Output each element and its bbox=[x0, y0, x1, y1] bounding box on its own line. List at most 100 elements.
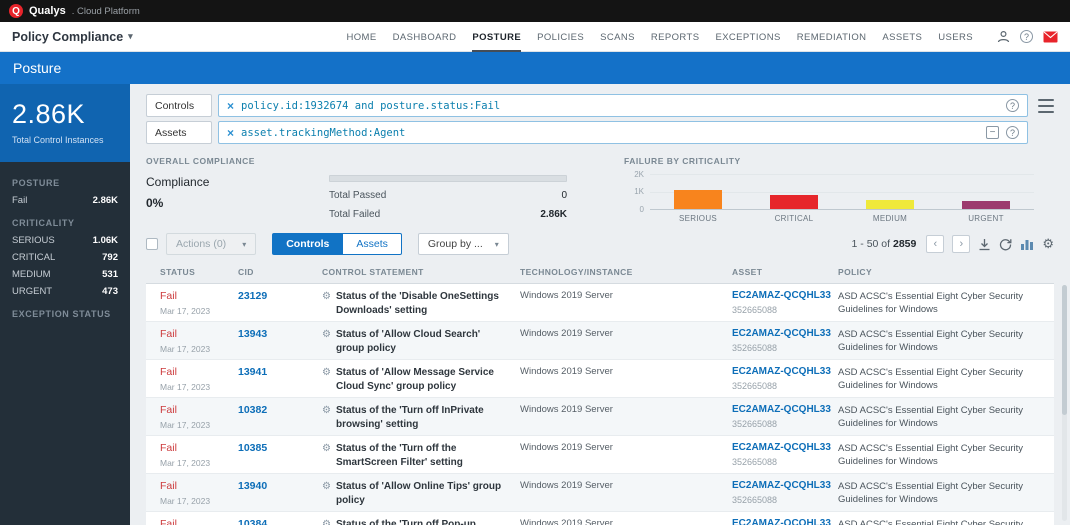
cid-link[interactable]: 23129 bbox=[234, 290, 318, 317]
sidebar-stat-serious[interactable]: SERIOUS1.06K bbox=[12, 235, 118, 246]
assets-view-button[interactable]: Assets bbox=[343, 233, 402, 255]
table-row[interactable]: Fail Mar 17, 2023 13941 ⚙ Status of 'All… bbox=[146, 360, 1054, 398]
nav-item-home[interactable]: HOME bbox=[347, 22, 377, 52]
asset-link[interactable]: EC2AMAZ-QCQHL33 bbox=[732, 480, 834, 491]
total-summary-card: 2.86K Total Control Instances bbox=[0, 84, 130, 162]
status-date: Mar 17, 2023 bbox=[160, 496, 234, 506]
nav-item-dashboard[interactable]: DASHBOARD bbox=[393, 22, 457, 52]
status-fail[interactable]: Fail bbox=[160, 442, 234, 454]
asset-link[interactable]: EC2AMAZ-QCQHL33 bbox=[732, 366, 834, 377]
sidebar-stat-fail[interactable]: Fail2.86K bbox=[12, 195, 118, 206]
chart-bar-medium[interactable] bbox=[866, 200, 914, 209]
nav-item-exceptions[interactable]: EXCEPTIONS bbox=[715, 22, 780, 52]
refresh-icon[interactable] bbox=[999, 238, 1012, 251]
table-row[interactable]: Fail Mar 17, 2023 10382 ⚙ Status of the … bbox=[146, 398, 1054, 436]
chart-bar-slot bbox=[842, 174, 938, 209]
clear-query-icon[interactable]: × bbox=[227, 127, 234, 139]
settings-gear-icon[interactable]: ⚙ bbox=[1042, 236, 1054, 252]
table-row[interactable]: Fail Mar 17, 2023 10385 ⚙ Status of the … bbox=[146, 436, 1054, 474]
next-page-button[interactable]: › bbox=[952, 235, 970, 253]
sidebar-stat-value: 473 bbox=[102, 286, 118, 297]
technology-instance: Windows 2019 Server bbox=[516, 480, 728, 507]
query-help-icon[interactable]: ? bbox=[1006, 99, 1019, 112]
cid-link[interactable]: 13943 bbox=[234, 328, 318, 355]
status-fail[interactable]: Fail bbox=[160, 290, 234, 302]
cid-link[interactable]: 10385 bbox=[234, 442, 318, 469]
nav-item-policies[interactable]: POLICIES bbox=[537, 22, 584, 52]
assets-search-input[interactable]: × asset.trackingMethod:Agent − ? bbox=[218, 121, 1028, 144]
header-asset[interactable]: ASSET bbox=[728, 267, 834, 277]
header-status[interactable]: STATUS bbox=[146, 267, 234, 277]
control-icon: ⚙ bbox=[322, 442, 331, 469]
query-help-icon[interactable]: ? bbox=[1006, 126, 1019, 139]
status-fail[interactable]: Fail bbox=[160, 480, 234, 492]
nav-item-reports[interactable]: REPORTS bbox=[651, 22, 700, 52]
prev-page-button[interactable]: ‹ bbox=[926, 235, 944, 253]
cid-link[interactable]: 10382 bbox=[234, 404, 318, 431]
download-icon[interactable] bbox=[978, 238, 991, 251]
help-icon[interactable]: ? bbox=[1020, 30, 1033, 43]
module-picker-label: Policy Compliance bbox=[12, 30, 123, 44]
nav-item-assets[interactable]: ASSETS bbox=[882, 22, 922, 52]
menu-icon[interactable] bbox=[1038, 99, 1054, 113]
status-fail[interactable]: Fail bbox=[160, 518, 234, 525]
sidebar-section-label: POSTURE bbox=[12, 178, 118, 188]
header-policy[interactable]: POLICY bbox=[834, 267, 1054, 277]
header-technology[interactable]: TECHNOLOGY/INSTANCE bbox=[516, 267, 728, 277]
collapse-icon[interactable]: − bbox=[986, 126, 999, 139]
header-control-statement[interactable]: CONTROL STATEMENT bbox=[318, 267, 516, 277]
sidebar-stat-value: 531 bbox=[102, 269, 118, 280]
nav-item-remediation[interactable]: REMEDIATION bbox=[797, 22, 867, 52]
nav-item-users[interactable]: USERS bbox=[938, 22, 973, 52]
sidebar-section: EXCEPTION STATUS bbox=[12, 309, 118, 319]
control-statement[interactable]: Status of 'Allow Message Service Cloud S… bbox=[336, 366, 504, 393]
chart-bar-serious[interactable] bbox=[674, 190, 722, 209]
table-row[interactable]: Fail Mar 17, 2023 13940 ⚙ Status of 'All… bbox=[146, 474, 1054, 512]
cid-link[interactable]: 13940 bbox=[234, 480, 318, 507]
control-statement[interactable]: Status of the 'Turn off the SmartScreen … bbox=[336, 442, 504, 469]
control-statement[interactable]: Status of the 'Turn off InPrivate browsi… bbox=[336, 404, 504, 431]
policy-name: ASD ACSC's Essential Eight Cyber Securit… bbox=[834, 518, 1054, 525]
control-statement[interactable]: Status of the 'Disable OneSettings Downl… bbox=[336, 290, 504, 317]
chart-bar-urgent[interactable] bbox=[962, 201, 1010, 209]
status-fail[interactable]: Fail bbox=[160, 328, 234, 340]
vertical-scrollbar[interactable] bbox=[1062, 285, 1067, 521]
select-all-checkbox[interactable] bbox=[146, 238, 158, 250]
status-fail[interactable]: Fail bbox=[160, 404, 234, 416]
clear-query-icon[interactable]: × bbox=[227, 100, 234, 112]
user-icon[interactable] bbox=[997, 30, 1010, 43]
table-row[interactable]: Fail Mar 17, 2023 10384 ⚙ Status of the … bbox=[146, 512, 1054, 525]
actions-dropdown[interactable]: Actions (0) ▾ bbox=[166, 233, 256, 255]
chevron-down-icon: ▾ bbox=[495, 240, 499, 249]
cid-link[interactable]: 13941 bbox=[234, 366, 318, 393]
control-statement[interactable]: Status of 'Allow Online Tips' group poli… bbox=[336, 480, 504, 507]
status-fail[interactable]: Fail bbox=[160, 366, 234, 378]
asset-link[interactable]: EC2AMAZ-QCQHL33 bbox=[732, 518, 834, 525]
asset-link[interactable]: EC2AMAZ-QCQHL33 bbox=[732, 404, 834, 415]
scrollbar-thumb[interactable] bbox=[1062, 285, 1067, 415]
controls-search-input[interactable]: × policy.id:1932674 and posture.status:F… bbox=[218, 94, 1028, 117]
module-picker[interactable]: Policy Compliance ▾ bbox=[12, 30, 133, 44]
cid-link[interactable]: 10384 bbox=[234, 518, 318, 525]
controls-view-button[interactable]: Controls bbox=[272, 233, 343, 255]
asset-link[interactable]: EC2AMAZ-QCQHL33 bbox=[732, 442, 834, 453]
nav-bar: Policy Compliance ▾ HOME DASHBOARD POSTURE… bbox=[0, 22, 1070, 52]
qualys-logo-icon[interactable]: Q bbox=[9, 4, 23, 18]
sidebar-stat-critical[interactable]: CRITICAL792 bbox=[12, 252, 118, 263]
chart-bar-critical[interactable] bbox=[770, 195, 818, 209]
nav-item-posture[interactable]: POSTURE bbox=[472, 22, 521, 52]
chart-view-icon[interactable] bbox=[1020, 238, 1034, 250]
sidebar-stat-medium[interactable]: MEDIUM531 bbox=[12, 269, 118, 280]
sidebar-stat-urgent[interactable]: URGENT473 bbox=[12, 286, 118, 297]
header-cid[interactable]: CID bbox=[234, 267, 318, 277]
status-date: Mar 17, 2023 bbox=[160, 344, 234, 354]
notification-icon[interactable] bbox=[1043, 31, 1058, 43]
asset-link[interactable]: EC2AMAZ-QCQHL33 bbox=[732, 328, 834, 339]
nav-item-scans[interactable]: SCANS bbox=[600, 22, 635, 52]
control-statement[interactable]: Status of 'Allow Cloud Search' group pol… bbox=[336, 328, 504, 355]
group-by-dropdown[interactable]: Group by ... ▾ bbox=[418, 233, 509, 255]
table-row[interactable]: Fail Mar 17, 2023 23129 ⚙ Status of the … bbox=[146, 284, 1054, 322]
table-row[interactable]: Fail Mar 17, 2023 13943 ⚙ Status of 'All… bbox=[146, 322, 1054, 360]
asset-link[interactable]: EC2AMAZ-QCQHL33 bbox=[732, 290, 834, 301]
control-statement[interactable]: Status of the 'Turn off Pop-up Blocker' … bbox=[336, 518, 504, 525]
